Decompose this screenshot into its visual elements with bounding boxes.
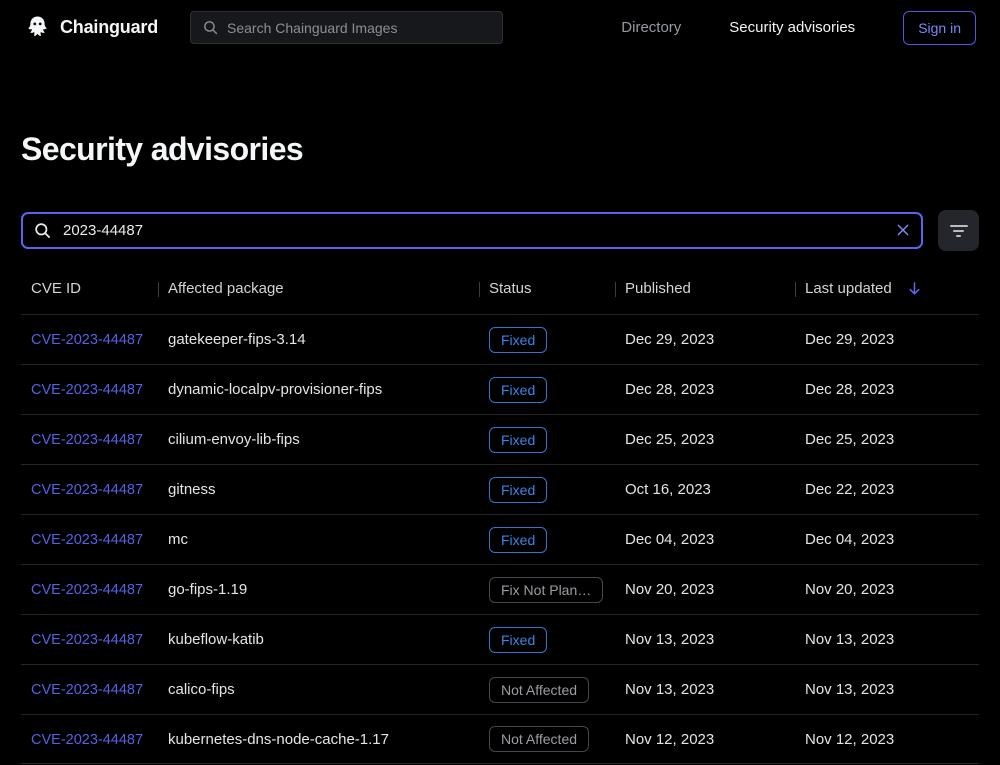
status-badge: Fix Not Plan… [489,577,603,603]
advisories-table: CVE ID Affected package Status Published… [21,280,979,764]
top-nav: Chainguard Directory Security advisories… [0,0,1000,55]
published-date: Dec 29, 2023 [615,331,795,348]
published-date: Dec 04, 2023 [615,531,795,548]
table-row: CVE-2023-44487 kubernetes-dns-node-cache… [21,714,979,764]
table-header-row: CVE ID Affected package Status Published… [21,280,979,314]
advisory-search [21,212,923,249]
column-header-last-updated[interactable]: Last updated [795,280,979,297]
header-search-input[interactable] [190,11,503,44]
cve-link[interactable]: CVE-2023-44487 [31,632,143,648]
status-badge: Fixed [489,427,547,453]
nav-directory[interactable]: Directory [621,19,681,36]
published-date: Nov 12, 2023 [615,731,795,748]
cve-link[interactable]: CVE-2023-44487 [31,532,143,548]
status-badge: Fixed [489,377,547,403]
table-row: CVE-2023-44487 gatekeeper-fips-3.14 Fixe… [21,314,979,364]
package-name: cilium-envoy-lib-fips [158,431,479,448]
published-date: Dec 25, 2023 [615,431,795,448]
cve-link[interactable]: CVE-2023-44487 [31,682,143,698]
updated-date: Nov 20, 2023 [795,581,979,598]
status-badge: Not Affected [489,677,589,703]
header-search [190,11,503,44]
octopus-logo-icon [24,14,51,41]
sign-in-button[interactable]: Sign in [903,11,976,45]
table-row: CVE-2023-44487 dynamic-localpv-provision… [21,364,979,414]
filter-icon [950,225,968,237]
published-date: Oct 16, 2023 [615,481,795,498]
updated-date: Nov 13, 2023 [795,681,979,698]
table-row: CVE-2023-44487 gitness Fixed Oct 16, 202… [21,464,979,514]
package-name: kubernetes-dns-node-cache-1.17 [158,731,479,748]
published-date: Nov 13, 2023 [615,681,795,698]
package-name: kubeflow-katib [158,631,479,648]
package-name: go-fips-1.19 [158,581,479,598]
status-badge: Fixed [489,477,547,503]
table-body: CVE-2023-44487 gatekeeper-fips-3.14 Fixe… [21,314,979,764]
column-header-published[interactable]: Published [615,280,795,297]
table-row: CVE-2023-44487 mc Fixed Dec 04, 2023 Dec… [21,514,979,564]
cve-link[interactable]: CVE-2023-44487 [31,732,143,748]
table-row: CVE-2023-44487 calico-fips Not Affected … [21,664,979,714]
column-header-affected-package[interactable]: Affected package [158,280,479,297]
updated-date: Dec 29, 2023 [795,331,979,348]
clear-search-button[interactable] [889,216,917,244]
nav-security-advisories[interactable]: Security advisories [729,19,855,36]
advisory-toolbar [21,210,979,251]
cve-link[interactable]: CVE-2023-44487 [31,432,143,448]
updated-date: Dec 22, 2023 [795,481,979,498]
cve-link[interactable]: CVE-2023-44487 [31,482,143,498]
sort-descending-icon[interactable] [906,280,923,297]
published-date: Dec 28, 2023 [615,381,795,398]
main-content: Security advisories [0,131,1000,764]
cve-link[interactable]: CVE-2023-44487 [31,582,143,598]
advisory-search-input[interactable] [21,212,923,249]
top-nav-links: Directory Security advisories Sign in [621,11,976,45]
status-badge: Fixed [489,527,547,553]
updated-date: Dec 25, 2023 [795,431,979,448]
close-icon [895,222,911,238]
status-badge: Not Affected [489,726,589,752]
package-name: gatekeeper-fips-3.14 [158,331,479,348]
package-name: gitness [158,481,479,498]
column-header-status[interactable]: Status [479,280,615,297]
updated-date: Nov 13, 2023 [795,631,979,648]
cve-link[interactable]: CVE-2023-44487 [31,382,143,398]
package-name: dynamic-localpv-provisioner-fips [158,381,479,398]
column-header-cve-id[interactable]: CVE ID [21,280,158,297]
updated-date: Dec 28, 2023 [795,381,979,398]
table-row: CVE-2023-44487 cilium-envoy-lib-fips Fix… [21,414,979,464]
published-date: Nov 20, 2023 [615,581,795,598]
published-date: Nov 13, 2023 [615,631,795,648]
updated-date: Dec 04, 2023 [795,531,979,548]
status-badge: Fixed [489,627,547,653]
package-name: calico-fips [158,681,479,698]
brand-logo-link[interactable]: Chainguard [24,14,158,41]
package-name: mc [158,531,479,548]
filter-button[interactable] [938,210,979,251]
page-title: Security advisories [21,131,979,168]
updated-date: Nov 12, 2023 [795,731,979,748]
cve-link[interactable]: CVE-2023-44487 [31,332,143,348]
table-row: CVE-2023-44487 kubeflow-katib Fixed Nov … [21,614,979,664]
table-row: CVE-2023-44487 go-fips-1.19 Fix Not Plan… [21,564,979,614]
status-badge: Fixed [489,327,547,353]
brand-name: Chainguard [60,17,158,38]
